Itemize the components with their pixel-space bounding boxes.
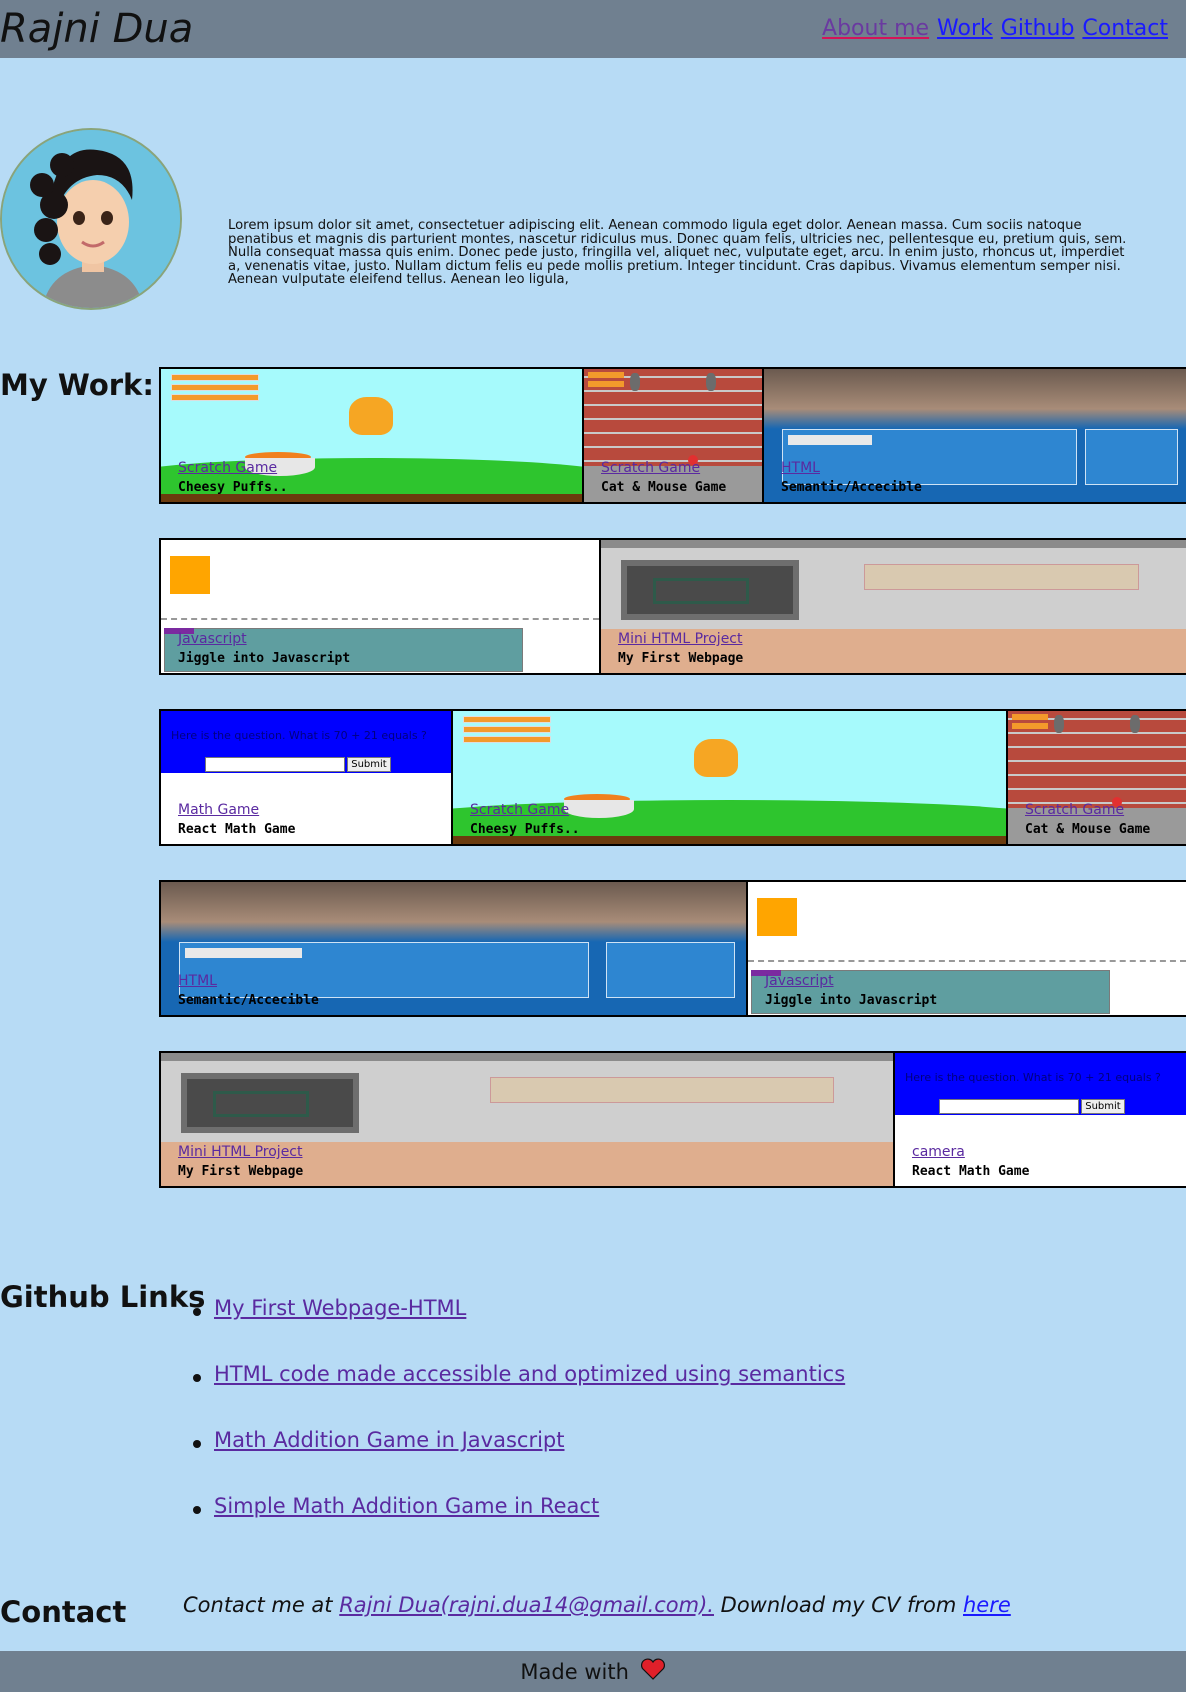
work-tile-title: Jiggle into Javascript xyxy=(765,993,938,1008)
list-item: HTML code made accessible and optimized … xyxy=(192,1362,845,1428)
contact-heading: Contact xyxy=(0,1595,127,1629)
nav-link-github[interactable]: Github xyxy=(1001,16,1075,41)
math-question-text: Here is the question. What is 70 + 21 eq… xyxy=(905,1071,1161,1084)
work-tile[interactable]: Here is the question. What is 70 + 21 eq… xyxy=(161,711,451,844)
work-tile-title: Semantic/Accecible xyxy=(781,480,922,495)
work-tile-link[interactable]: Scratch Game xyxy=(601,460,700,476)
work-tile-title: My First Webpage xyxy=(618,651,744,666)
work-tile-title: Cat & Mouse Game xyxy=(601,480,727,495)
work-row: Javascript Jiggle into Javascript Mini HTM… xyxy=(159,538,1186,675)
contact-prefix: Contact me at xyxy=(183,1593,340,1617)
work-tile-link[interactable]: Javascript xyxy=(178,631,247,647)
work-tile[interactable]: HTML Semantic/Accecible xyxy=(764,369,1186,502)
work-tile-link[interactable]: Mini HTML Project xyxy=(618,631,743,647)
avatar xyxy=(0,128,182,310)
footer-text: Made with xyxy=(520,1660,629,1684)
work-tile-link[interactable]: camera xyxy=(912,1144,965,1160)
email-link[interactable]: Rajni Dua(rajni.dua14@gmail.com). xyxy=(339,1593,714,1617)
work-tile-link[interactable]: HTML xyxy=(178,973,217,989)
work-tile[interactable]: HTML Semantic/Accecible xyxy=(161,882,746,1015)
github-link-math-js[interactable]: Math Addition Game in Javascript xyxy=(214,1428,565,1452)
work-tile[interactable]: Here is the question. What is 70 + 21 eq… xyxy=(895,1053,1186,1186)
list-item: Simple Math Addition Game in React xyxy=(192,1494,845,1560)
work-tile[interactable]: Scratch Game Cheesy Puffs.. xyxy=(453,711,1006,844)
work-tile-link[interactable]: Javascript xyxy=(765,973,834,989)
work-tile[interactable]: Scratch Game Cat & Mouse Game xyxy=(584,369,762,502)
work-tile-title: Cat & Mouse Game xyxy=(1025,822,1151,837)
top-bar: Rajni Dua About me Work Github Contact xyxy=(0,0,1186,58)
math-submit-label: Submit xyxy=(1081,1099,1125,1114)
github-links-list: My First Webpage-HTML HTML code made acc… xyxy=(192,1296,845,1560)
work-tile[interactable]: Javascript Jiggle into Javascript xyxy=(748,882,1186,1015)
work-tile-title: Cheesy Puffs.. xyxy=(178,480,288,495)
work-tile[interactable]: Mini HTML Project My First Webpage xyxy=(601,540,1186,673)
work-heading: My Work: xyxy=(0,368,154,402)
work-tile-link[interactable]: Mini HTML Project xyxy=(178,1144,303,1160)
contact-middle: Download my CV from xyxy=(713,1593,963,1617)
github-heading: Github Links xyxy=(0,1280,206,1314)
nav-link-work[interactable]: Work xyxy=(937,16,993,41)
work-row: Scratch Game Cheesy Puffs.. Scratch Game Ca… xyxy=(159,367,1186,504)
list-item: Math Addition Game in Javascript xyxy=(192,1428,845,1494)
work-tile-title: Cheesy Puffs.. xyxy=(470,822,580,837)
math-submit-label: Submit xyxy=(347,757,391,772)
work-row: HTML Semantic/Accecible Javascript Jiggle i… xyxy=(159,880,1186,1017)
nav-link-contact[interactable]: Contact xyxy=(1082,16,1168,41)
nav-link-about[interactable]: About me xyxy=(822,16,929,41)
work-tile-link[interactable]: Scratch Game xyxy=(178,460,277,476)
work-tile-title: My First Webpage xyxy=(178,1164,304,1179)
github-link-math-react[interactable]: Simple Math Addition Game in React xyxy=(214,1494,599,1518)
work-tile[interactable]: Javascript Jiggle into Javascript xyxy=(161,540,599,673)
work-tile[interactable]: Scratch Game Cat & Mouse Game xyxy=(1008,711,1186,844)
about-text: Lorem ipsum dolor sit amet, consectetuer… xyxy=(228,218,1127,288)
math-question-text: Here is the question. What is 70 + 21 eq… xyxy=(171,729,427,742)
work-tile[interactable]: Mini HTML Project My First Webpage xyxy=(161,1053,893,1186)
work-tile[interactable]: Scratch Game Cheesy Puffs.. xyxy=(161,369,582,502)
list-item: My First Webpage-HTML xyxy=(192,1296,845,1362)
cv-link[interactable]: here xyxy=(963,1593,1011,1617)
work-tile-title: Jiggle into Javascript xyxy=(178,651,351,666)
work-tile-title: React Math Game xyxy=(178,822,296,837)
github-link-first-webpage[interactable]: My First Webpage-HTML xyxy=(214,1296,466,1320)
avatar-illustration xyxy=(2,130,180,308)
contact-text: Contact me at Rajni Dua(rajni.dua14@gmai… xyxy=(183,1593,1011,1617)
work-tile-link[interactable]: Scratch Game xyxy=(470,802,569,818)
github-link-semantics[interactable]: HTML code made accessible and optimized … xyxy=(214,1362,845,1386)
work-tile-title: Semantic/Accecible xyxy=(178,993,319,1008)
work-row: Here is the question. What is 70 + 21 eq… xyxy=(159,709,1186,846)
heart-icon xyxy=(640,1652,666,1692)
work-tile-link[interactable]: Scratch Game xyxy=(1025,802,1124,818)
work-tile-link[interactable]: Math Game xyxy=(178,802,259,818)
work-row: Mini HTML Project My First Webpage Here is… xyxy=(159,1051,1186,1188)
main-nav: About me Work Github Contact xyxy=(822,16,1168,41)
site-title: Rajni Dua xyxy=(0,6,194,52)
footer: Made with xyxy=(0,1651,1186,1692)
work-tile-title: React Math Game xyxy=(912,1164,1030,1179)
work-tile-link[interactable]: HTML xyxy=(781,460,820,476)
